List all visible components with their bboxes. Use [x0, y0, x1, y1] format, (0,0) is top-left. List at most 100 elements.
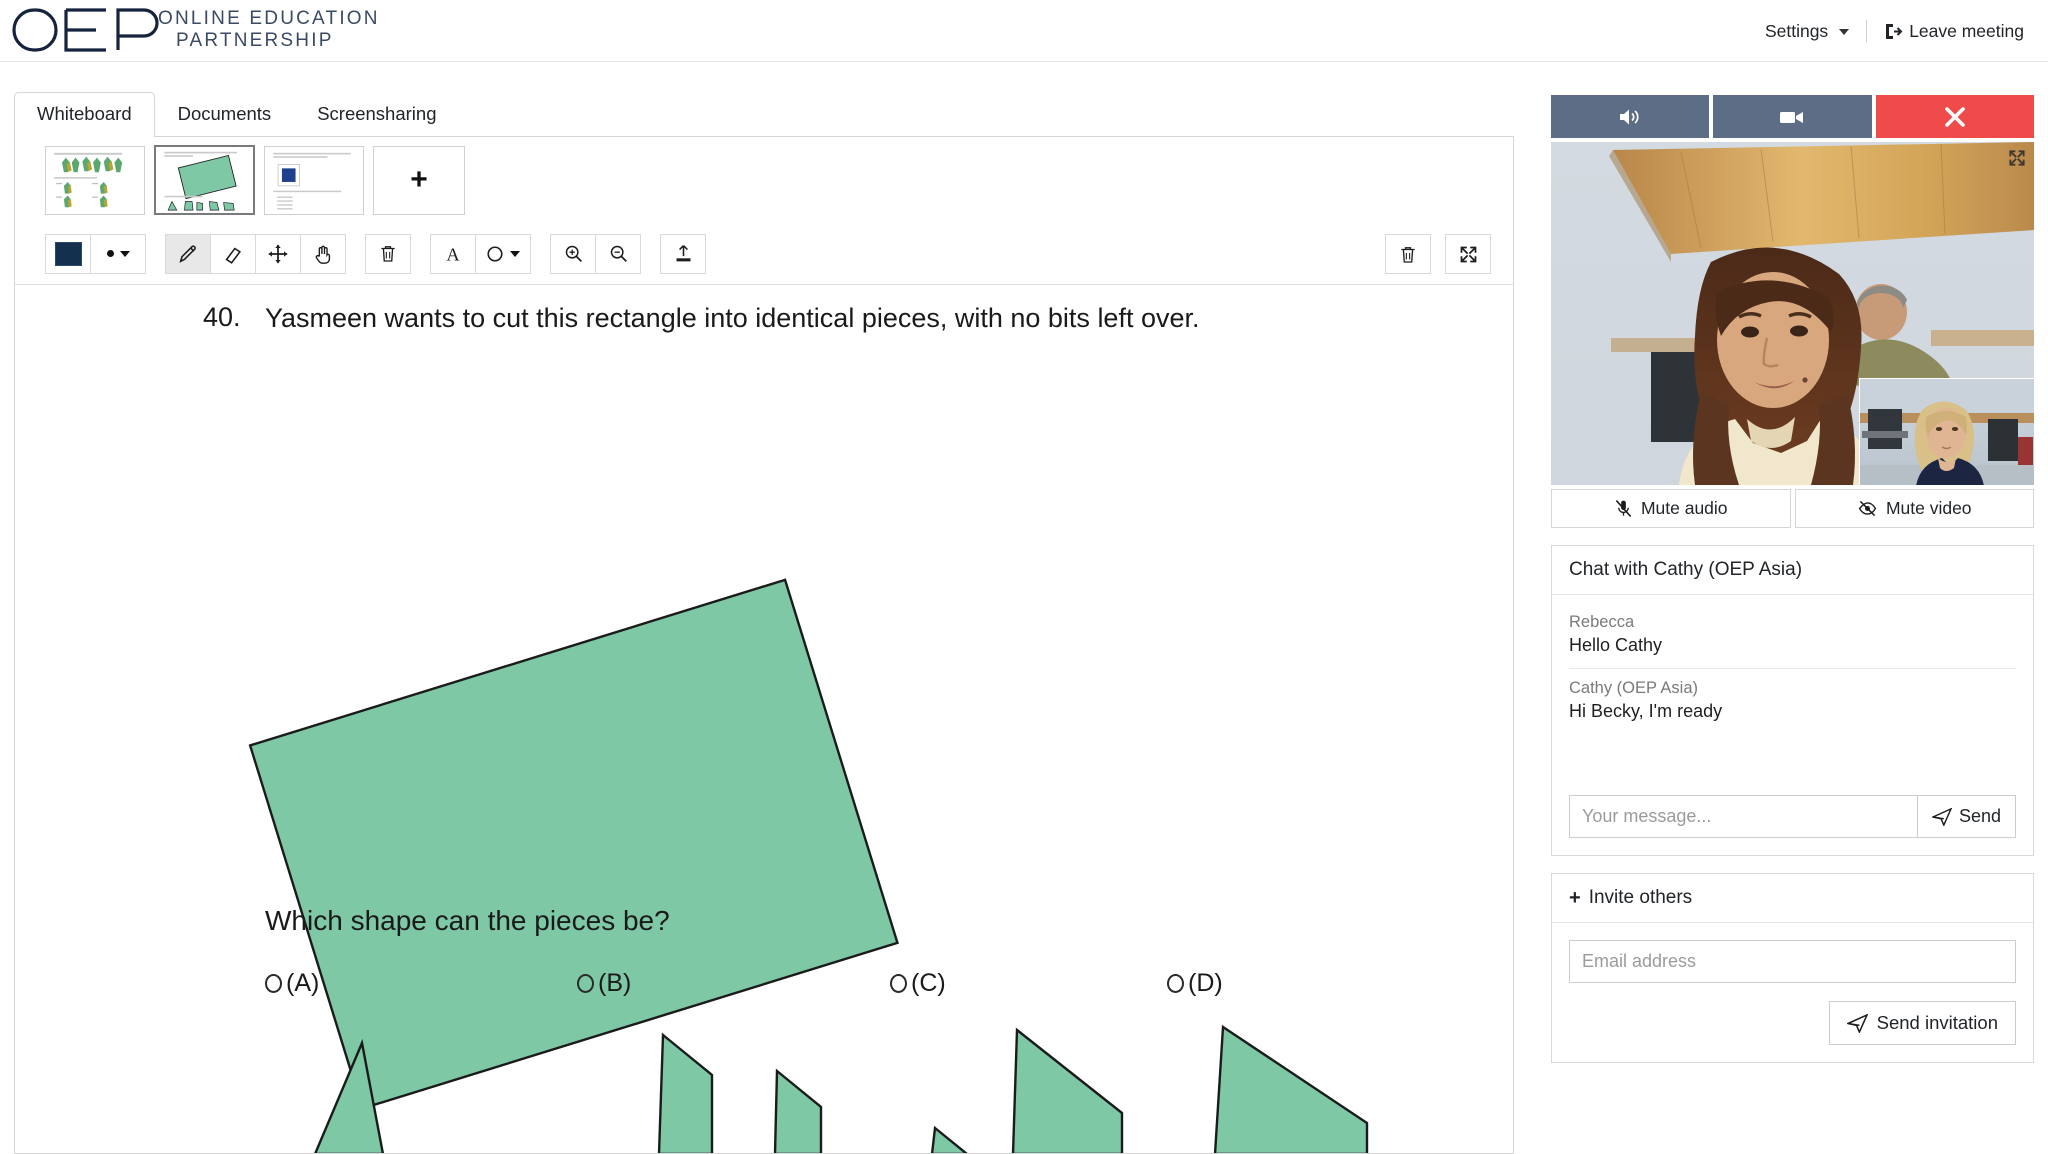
add-slide-button[interactable]: + [373, 145, 465, 215]
delete-object-button[interactable] [365, 233, 411, 274]
invite-title: + Invite others [1552, 874, 2033, 923]
tab-screensharing[interactable]: Screensharing [294, 92, 459, 136]
paper-plane-icon [1846, 1013, 1868, 1033]
dot-caret-icon [106, 250, 130, 257]
whiteboard-shapes [248, 578, 1369, 1153]
logout-icon [1886, 23, 1903, 39]
toolbar-group-insert: A [430, 233, 531, 274]
hand-icon [315, 245, 331, 264]
tab-documents-label: Documents [177, 103, 272, 124]
whiteboard-panel: Whiteboard Documents Screensharing + A 4… [14, 92, 1514, 1154]
color-swatch-button[interactable] [45, 233, 91, 274]
slide-thumbnail-1[interactable] [45, 145, 145, 215]
option-c-label: (C) [911, 969, 946, 997]
invite-footer: Send invitation [1569, 1001, 2016, 1045]
toolbar-group-zoom [550, 233, 641, 274]
toolbar-group-delete [365, 233, 411, 274]
chat-card: Chat with Cathy (OEP Asia) Rebecca Hello… [1551, 545, 2034, 856]
plus-icon: + [1569, 887, 1581, 909]
header-actions: Settings Leave meeting [1765, 0, 2024, 62]
svg-text:A: A [446, 244, 460, 264]
zoom-in-button[interactable] [550, 233, 596, 274]
option-d-label: (D) [1188, 969, 1223, 997]
option-a-label: (A) [286, 969, 320, 997]
eraser-icon [225, 246, 241, 264]
leave-meeting-button[interactable]: Leave meeting [1884, 21, 2024, 42]
option-b-radio[interactable] [577, 974, 594, 993]
toolbar-group-tools [165, 233, 346, 274]
chat-text: Hi Becky, I'm ready [1569, 701, 1723, 721]
fullscreen-button[interactable] [1445, 234, 1491, 274]
camera-icon [1780, 111, 1804, 123]
pan-tool-button[interactable] [300, 233, 346, 274]
invite-body: Send invitation [1552, 923, 2033, 1062]
tab-screensharing-label: Screensharing [317, 103, 437, 124]
shape-tool-button[interactable] [475, 233, 531, 274]
color-swatch-icon [54, 241, 82, 266]
upload-icon [676, 245, 690, 262]
stroke-size-button[interactable] [90, 233, 146, 274]
paper-plane-icon [1931, 807, 1952, 826]
camera-toggle-button[interactable] [1713, 95, 1872, 138]
option-b-shapes [657, 1032, 823, 1153]
mute-video-label: Mute video [1885, 498, 1972, 518]
chat-title: Chat with Cathy (OEP Asia) [1552, 546, 2033, 595]
mic-off-icon [1615, 500, 1632, 517]
circle-caret-icon [486, 245, 520, 263]
option-b[interactable]: (B) [577, 969, 631, 998]
board-frame: + A 40. Yasmeen wants to cut this rectan… [14, 137, 1514, 1154]
tab-documents[interactable]: Documents [155, 92, 295, 136]
panel-tabs: Whiteboard Documents Screensharing [14, 92, 1514, 137]
meeting-sidebar: Mute audio Mute video Chat with Cathy (O… [1551, 95, 2034, 1063]
tab-whiteboard-label: Whiteboard [37, 103, 132, 124]
option-c-radio[interactable] [890, 974, 907, 993]
upload-button[interactable] [660, 233, 706, 274]
option-c[interactable]: (C) [890, 969, 946, 998]
slide-thumbnail-3[interactable] [264, 145, 364, 215]
toolbar-group-style [45, 233, 146, 274]
clear-board-button[interactable] [1385, 234, 1431, 274]
zoom-out-icon [610, 245, 627, 262]
option-d-radio[interactable] [1167, 974, 1184, 993]
text-tool-button[interactable]: A [430, 233, 476, 274]
invite-email-input[interactable] [1569, 940, 2016, 983]
chat-message-input[interactable] [1569, 795, 1918, 838]
mute-audio-label: Mute audio [1640, 498, 1728, 518]
zoom-in-icon [565, 245, 582, 262]
video-expand-icon[interactable] [2007, 148, 2027, 168]
send-message-button[interactable]: Send [1917, 795, 2016, 838]
send-invitation-label: Send invitation [1876, 1012, 1998, 1033]
sub-question-text: Which shape can the pieces be? [265, 905, 670, 936]
speaker-toggle-button[interactable] [1551, 95, 1710, 138]
invite-title-label: Invite others [1588, 887, 1693, 908]
end-call-button[interactable] [1875, 95, 2034, 138]
slide-thumbnail-2[interactable] [154, 145, 255, 215]
mute-video-button[interactable]: Mute video [1794, 489, 2034, 528]
toolbar-right-group [1385, 234, 1491, 274]
main-video-feed[interactable] [1551, 142, 2034, 485]
oep-logo: ONLINE EDUCATION PARTNERSHIP [8, 4, 408, 56]
move-tool-button[interactable] [255, 233, 301, 274]
settings-menu[interactable]: Settings [1764, 20, 1850, 42]
tab-whiteboard[interactable]: Whiteboard [14, 92, 155, 137]
option-c-shapes [930, 1027, 1124, 1153]
chat-message: Rebecca Hello Cathy [1569, 603, 2016, 669]
eraser-tool-button[interactable] [210, 233, 256, 274]
zoom-out-button[interactable] [595, 233, 641, 274]
pencil-tool-button[interactable] [165, 233, 211, 274]
close-x-icon [1945, 106, 1965, 127]
send-label: Send [1958, 806, 2001, 826]
settings-label: Settings [1764, 20, 1829, 41]
toolbar-group-upload [660, 233, 706, 274]
whiteboard-canvas[interactable]: 40. Yasmeen wants to cut this rectangle … [15, 285, 1513, 1153]
main-rectangle [248, 578, 899, 1110]
option-d[interactable]: (D) [1167, 969, 1223, 998]
chat-title-label: Chat with Cathy (OEP Asia) [1569, 559, 1803, 580]
app-header: ONLINE EDUCATION PARTNERSHIP Settings Le… [0, 0, 2048, 62]
option-a-radio[interactable] [265, 974, 282, 993]
mute-audio-button[interactable]: Mute audio [1551, 489, 1791, 528]
self-video-pip[interactable] [1859, 378, 2034, 485]
option-a[interactable]: (A) [265, 969, 319, 998]
plus-icon: + [410, 163, 428, 196]
send-invitation-button[interactable]: Send invitation [1828, 1001, 2016, 1045]
